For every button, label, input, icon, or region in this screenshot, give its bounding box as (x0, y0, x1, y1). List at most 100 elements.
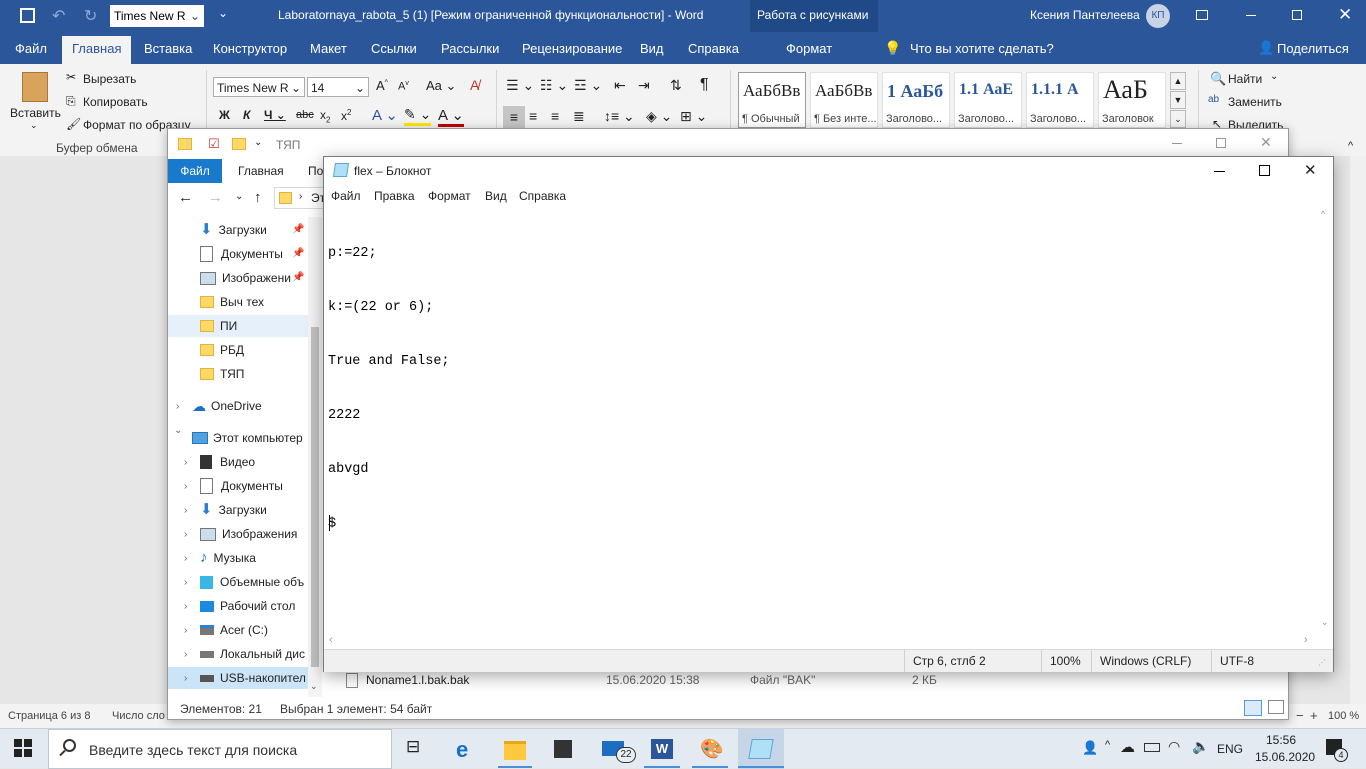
page-indicator[interactable]: Страница 6 из 8 (8, 710, 90, 722)
font-color-icon[interactable]: A ⌄ (438, 106, 464, 127)
task-view-icon[interactable]: ⊟ (406, 737, 430, 761)
tab-home[interactable]: Главная (238, 164, 284, 178)
nav-item-this-pc[interactable]: Этот компьютер (192, 427, 303, 449)
tray-person-icon[interactable]: 👤 (1082, 740, 1098, 756)
back-arrow-icon[interactable]: ← (178, 189, 193, 206)
style-title[interactable]: АаБ Заголовок (1098, 72, 1166, 128)
tab-share[interactable]: По (308, 164, 323, 178)
menu-edit[interactable]: Правка (374, 189, 415, 203)
cut-button[interactable]: Вырезать (83, 72, 136, 86)
start-button[interactable] (14, 739, 34, 759)
tab-file[interactable]: Файл (168, 159, 222, 183)
expand-chevron-icon[interactable]: › (184, 457, 187, 468)
align-center-icon[interactable]: ≡ (529, 108, 537, 124)
shading-icon[interactable]: ◈ ⌄ (646, 108, 672, 125)
nav-item-downloads[interactable]: ⬇ Загрузки 📌 (200, 219, 304, 241)
styles-more-icon[interactable]: ⌄ (1170, 110, 1186, 128)
expand-chevron-icon[interactable]: › (184, 529, 187, 540)
paint-icon[interactable]: 🎨 (700, 737, 724, 761)
nav-item-onedrive[interactable]: ☁ OneDrive (192, 395, 262, 417)
menu-help[interactable]: Справка (519, 189, 566, 203)
decrease-indent-icon[interactable]: ⇤ (614, 77, 626, 94)
notepad-text-area[interactable]: p:=22; k:=(22 or 6); True and False; 222… (328, 209, 1316, 639)
nav-item-local-disk[interactable]: Локальный дис (200, 643, 305, 665)
expand-chevron-icon[interactable]: › (184, 553, 187, 564)
notepad-taskbar-slot[interactable] (738, 729, 784, 769)
sort-icon[interactable]: ⇅ (670, 77, 682, 94)
style-heading-1[interactable]: 1 АаБб Заголово... (882, 72, 950, 128)
onedrive-tray-icon[interactable]: ☁ (1120, 738, 1135, 756)
tab-layout[interactable]: Макет (310, 41, 347, 56)
tab-insert[interactable]: Вставка (144, 41, 192, 56)
redo-icon[interactable]: ↻ (84, 6, 97, 26)
file-row[interactable]: Noname1.l.bak.bak 15.06.2020 15:38 Файл … (338, 669, 1278, 691)
menu-format[interactable]: Формат (428, 189, 471, 203)
superscript-icon[interactable]: x2 (341, 108, 351, 123)
expand-chevron-icon[interactable]: › (184, 481, 187, 492)
find-button[interactable]: Найти (1228, 72, 1262, 86)
nav-item-music[interactable]: ♪ Музыка (200, 547, 256, 569)
file-explorer-icon[interactable] (504, 737, 528, 761)
styles-scroll-up-icon[interactable]: ▲ (1170, 72, 1186, 90)
nav-item-tyap[interactable]: ТЯП (200, 363, 244, 385)
customize-qat-icon[interactable]: ⌄ (218, 6, 228, 20)
scroll-down-icon[interactable]: ⌄ (1321, 617, 1329, 628)
tell-me-search[interactable]: Что вы хотите сделать? (910, 41, 1054, 56)
pilcrow-icon[interactable]: ¶ (700, 76, 709, 94)
volume-icon[interactable]: 🔈 (1192, 738, 1209, 755)
style-heading-2[interactable]: 1.1 АаЕ Заголово... (954, 72, 1022, 128)
style-no-spacing[interactable]: АаБбВв ¶ Без инте... (810, 72, 878, 128)
vertical-scrollbar[interactable] (1350, 156, 1366, 704)
tab-format[interactable]: Формат (786, 41, 832, 56)
shrink-font-icon[interactable]: Av (398, 80, 409, 93)
nav-item-desktop[interactable]: Рабочий стол (200, 595, 295, 617)
minimize-icon[interactable] (1246, 15, 1256, 16)
align-left-icon[interactable]: ≡ (503, 106, 525, 128)
font-name-combo[interactable]: Times New R ⌄ (213, 77, 305, 97)
notepad-vertical-scrollbar[interactable]: ^ ⌄ (1317, 207, 1333, 637)
expand-chevron-icon[interactable]: › (184, 673, 187, 684)
paste-button[interactable]: Вставить (10, 106, 61, 120)
underline-icon[interactable]: Ч ⌄ (264, 108, 286, 122)
nav-item-usb[interactable]: USB-накопител (168, 667, 308, 689)
tab-references[interactable]: Ссылки (371, 41, 417, 56)
taskbar-search-box[interactable]: Введите здесь текст для поиска (48, 729, 392, 769)
expand-chevron-icon[interactable]: › (176, 401, 179, 412)
tab-help[interactable]: Справка (688, 41, 739, 56)
avatar[interactable]: КП (1146, 4, 1170, 28)
share-button[interactable]: Поделиться (1277, 41, 1349, 56)
close-icon[interactable]: ✕ (1260, 134, 1272, 151)
font-size-combo[interactable]: 14 ⌄ (307, 77, 369, 97)
nav-scrollbar[interactable]: ⌄ (308, 217, 322, 697)
tab-mailings[interactable]: Рассылки (441, 41, 499, 56)
tray-chevron-icon[interactable]: ^ (1105, 739, 1110, 751)
word-count[interactable]: Число сло (112, 710, 165, 722)
clock-date[interactable]: 15.06.2020 (1255, 750, 1315, 764)
increase-indent-icon[interactable]: ⇥ (638, 77, 650, 94)
collapse-ribbon-icon[interactable]: ^ (1348, 140, 1353, 152)
battery-icon[interactable] (1144, 743, 1160, 752)
expand-chevron-icon[interactable]: › (184, 601, 187, 612)
minimize-icon[interactable] (1172, 143, 1182, 144)
language-indicator[interactable]: ENG (1217, 742, 1243, 756)
styles-scroll-down-icon[interactable]: ▼ (1170, 91, 1186, 109)
zoom-in-icon[interactable]: + (1310, 708, 1318, 723)
details-view-icon[interactable] (1244, 700, 1262, 716)
tab-home[interactable]: Главная (62, 36, 132, 64)
style-heading-3[interactable]: 1.1.1 А Заголово... (1026, 72, 1094, 128)
clock-time[interactable]: 15:56 (1266, 733, 1296, 747)
nav-item-vych-tekh[interactable]: Выч тех (200, 291, 264, 313)
close-icon[interactable]: ✕ (1338, 5, 1352, 25)
change-case-icon[interactable]: Aa ⌄ (426, 78, 456, 94)
up-arrow-icon[interactable]: ↑ (254, 189, 262, 206)
word-icon[interactable]: W (651, 737, 675, 761)
clear-formatting-icon[interactable]: A̸ (470, 77, 479, 93)
resize-grip-icon[interactable]: ⋰ (1318, 658, 1326, 667)
chevron-down-icon[interactable]: ⌄ (1270, 71, 1278, 82)
expand-chevron-icon[interactable]: › (184, 649, 187, 660)
tab-review[interactable]: Рецензирование (522, 41, 622, 56)
zoom-out-icon[interactable]: − (1296, 708, 1304, 723)
edge-icon[interactable]: e (456, 737, 480, 762)
nav-item-drive-c[interactable]: Acer (C:) (200, 619, 268, 641)
new-folder-icon[interactable] (232, 138, 246, 150)
